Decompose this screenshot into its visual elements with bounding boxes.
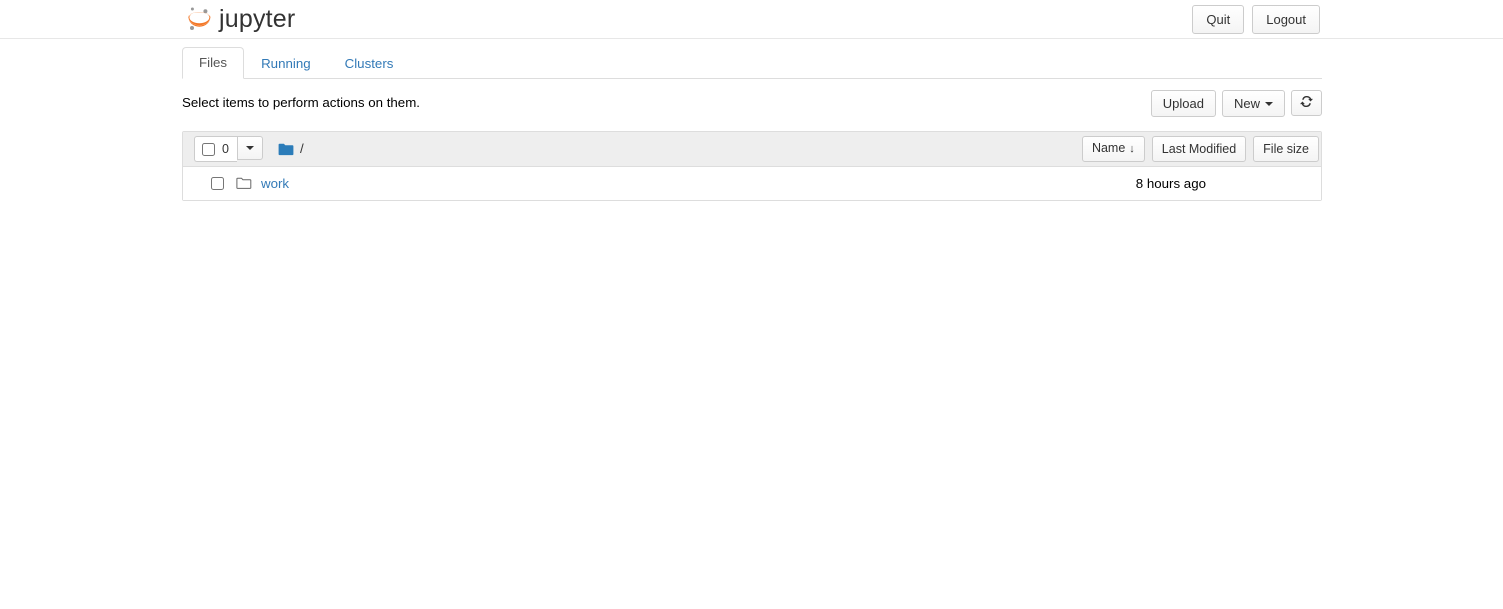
- file-list-panel: 0 / Name ↓ Last Modified File size work …: [182, 131, 1322, 201]
- header-button-group: Quit Logout: [1192, 5, 1320, 34]
- sort-descending-icon: ↓: [1129, 143, 1135, 155]
- breadcrumb: /: [278, 141, 304, 157]
- select-all-box[interactable]: 0: [194, 136, 237, 162]
- page-header: jupyter Quit Logout: [0, 0, 1503, 39]
- brand-title: jupyter: [219, 5, 296, 33]
- new-dropdown-button[interactable]: New: [1221, 90, 1285, 117]
- folder-open-icon: [236, 177, 252, 190]
- action-row: Select items to perform actions on them.…: [182, 90, 1322, 126]
- tab-clusters[interactable]: Clusters: [328, 48, 411, 79]
- breadcrumb-path[interactable]: /: [300, 141, 304, 157]
- select-all-group: 0: [194, 136, 263, 162]
- quit-button[interactable]: Quit: [1192, 5, 1245, 34]
- file-name-link[interactable]: work: [261, 176, 289, 191]
- chevron-down-icon: [1265, 102, 1273, 106]
- select-dropdown-button[interactable]: [236, 136, 263, 160]
- sort-name-label: Name: [1091, 141, 1126, 155]
- select-all-checkbox[interactable]: [202, 142, 215, 156]
- selection-hint-text: Select items to perform actions on them.: [182, 95, 420, 110]
- file-list-toolbar: 0 / Name ↓ Last Modified File size: [183, 132, 1321, 167]
- refresh-button[interactable]: [1291, 90, 1322, 116]
- jupyter-logo-icon: [184, 4, 214, 34]
- logout-button[interactable]: Logout: [1252, 5, 1320, 34]
- sort-by-name-button[interactable]: Name ↓: [1081, 136, 1145, 162]
- file-modified-time: 8 hours ago: [1135, 176, 1206, 191]
- tab-files[interactable]: Files: [182, 47, 245, 79]
- jupyter-brand-link[interactable]: jupyter: [184, 2, 295, 36]
- tab-running[interactable]: Running: [244, 48, 328, 79]
- chevron-down-icon: [245, 146, 254, 150]
- action-button-group: Upload New: [1150, 90, 1322, 117]
- tab-bar: Files Running Clusters: [182, 47, 1322, 79]
- sort-button-group: Name ↓ Last Modified File size: [1081, 136, 1319, 162]
- table-row[interactable]: work 8 hours ago: [183, 167, 1321, 200]
- sort-by-last-modified-button[interactable]: Last Modified: [1151, 136, 1247, 162]
- selected-count: 0: [222, 142, 229, 156]
- new-dropdown-label: New: [1233, 96, 1260, 111]
- row-select-checkbox[interactable]: [211, 177, 224, 190]
- upload-button[interactable]: Upload: [1150, 90, 1216, 117]
- folder-icon: [278, 143, 294, 156]
- sort-by-file-size-button[interactable]: File size: [1253, 136, 1319, 162]
- main-container: Files Running Clusters Select items to p…: [182, 47, 1322, 201]
- refresh-icon: [1300, 95, 1313, 108]
